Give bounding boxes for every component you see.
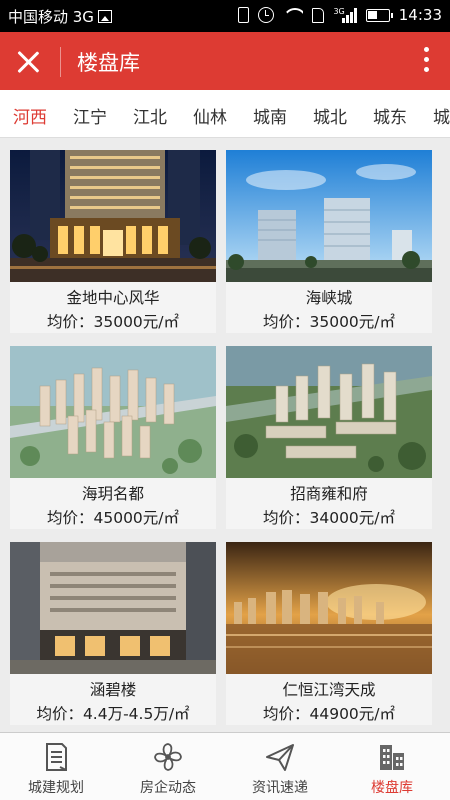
listing-grid: 金地中心风华 均价：35000元/㎡ 海峡城 均价：35000元/㎡ 海玥名都 …: [0, 138, 450, 732]
document-icon: [46, 743, 67, 771]
listing-name: 招商雍和府: [290, 485, 368, 503]
close-icon[interactable]: [14, 48, 42, 76]
listing-image: [10, 150, 216, 282]
tab-xianlin[interactable]: 仙林: [193, 103, 227, 128]
tab-more-partial[interactable]: 城: [433, 103, 450, 128]
battery-icon: [365, 8, 393, 22]
fan-icon: [154, 743, 182, 771]
nav-developer-news[interactable]: 房企动态: [112, 733, 224, 800]
listing-image: [10, 542, 216, 674]
wifi-icon: [283, 8, 303, 22]
network-type-label: 3G: [333, 6, 345, 16]
paper-plane-icon: [266, 744, 294, 771]
page-title: 楼盘库: [77, 51, 140, 75]
listing-image: [226, 542, 432, 674]
listing-name: 金地中心风华: [66, 289, 160, 307]
nav-property-library[interactable]: 楼盘库: [336, 733, 448, 800]
tab-chengdong[interactable]: 城东: [373, 103, 407, 128]
tab-jiangning[interactable]: 江宁: [73, 103, 107, 128]
status-left: 中国移动 3G: [8, 6, 112, 27]
app-toolbar: 楼盘库: [0, 32, 450, 90]
listing-price: 均价：34000元/㎡: [262, 509, 396, 527]
nav-label: 房企动态: [140, 780, 196, 796]
district-tabs: 河西 江宁 江北 仙林 城南 城北 城东 城: [0, 90, 450, 138]
nav-news-express[interactable]: 资讯速递: [224, 733, 336, 800]
vibrate-icon: [238, 7, 250, 23]
tab-hexi[interactable]: 河西: [13, 103, 47, 128]
listing-card[interactable]: 海玥名都 均价：45000元/㎡: [10, 346, 216, 529]
nav-label: 楼盘库: [371, 780, 413, 796]
listing-card[interactable]: 仁恒江湾天成 均价：44900元/㎡: [226, 542, 432, 725]
more-options-icon[interactable]: [422, 47, 430, 77]
listing-image: [226, 346, 432, 478]
listing-card[interactable]: 海峡城 均价：35000元/㎡: [226, 150, 432, 333]
status-bar: 中国移动 3G 3G 14:33: [0, 0, 450, 32]
listing-price: 均价：35000元/㎡: [46, 313, 180, 331]
listing-card[interactable]: 金地中心风华 均价：35000元/㎡: [10, 150, 216, 333]
listing-image: [226, 150, 432, 282]
signal-icon: 3G: [333, 6, 357, 23]
nav-label: 城建规划: [28, 780, 84, 796]
listing-name: 海玥名都: [81, 485, 144, 503]
listing-price: 均价：4.4万-4.5万/㎡: [36, 705, 190, 723]
listing-card[interactable]: 涵碧楼 均价：4.4万-4.5万/㎡: [10, 542, 216, 725]
bottom-navigation: 城建规划 房企动态 资讯速递 楼盘库: [0, 732, 450, 800]
listing-price: 均价：44900元/㎡: [262, 705, 396, 723]
listing-image: [10, 346, 216, 478]
alarm-icon: [258, 7, 275, 23]
listing-card[interactable]: 招商雍和府 均价：34000元/㎡: [226, 346, 432, 529]
listing-price: 均价：45000元/㎡: [46, 509, 180, 527]
clock: 14:33: [398, 6, 442, 24]
nav-label: 资讯速递: [252, 780, 308, 796]
carrier-label: 中国移动 3G: [8, 8, 94, 26]
toolbar-divider: [60, 47, 61, 77]
listing-price: 均价：35000元/㎡: [262, 313, 396, 331]
tab-jiangbei[interactable]: 江北: [133, 103, 167, 128]
listing-name: 海峡城: [305, 289, 353, 307]
buildings-icon: [380, 745, 404, 770]
sim-icon: [312, 7, 325, 23]
listing-name: 涵碧楼: [89, 681, 137, 699]
gallery-notification-icon: [97, 10, 112, 23]
status-right: 3G 14:33: [238, 6, 442, 24]
nav-urban-planning[interactable]: 城建规划: [0, 733, 112, 800]
tab-chengbei[interactable]: 城北: [313, 103, 347, 128]
listing-name: 仁恒江湾天成: [282, 681, 376, 699]
tab-chengnan[interactable]: 城南: [253, 103, 287, 128]
